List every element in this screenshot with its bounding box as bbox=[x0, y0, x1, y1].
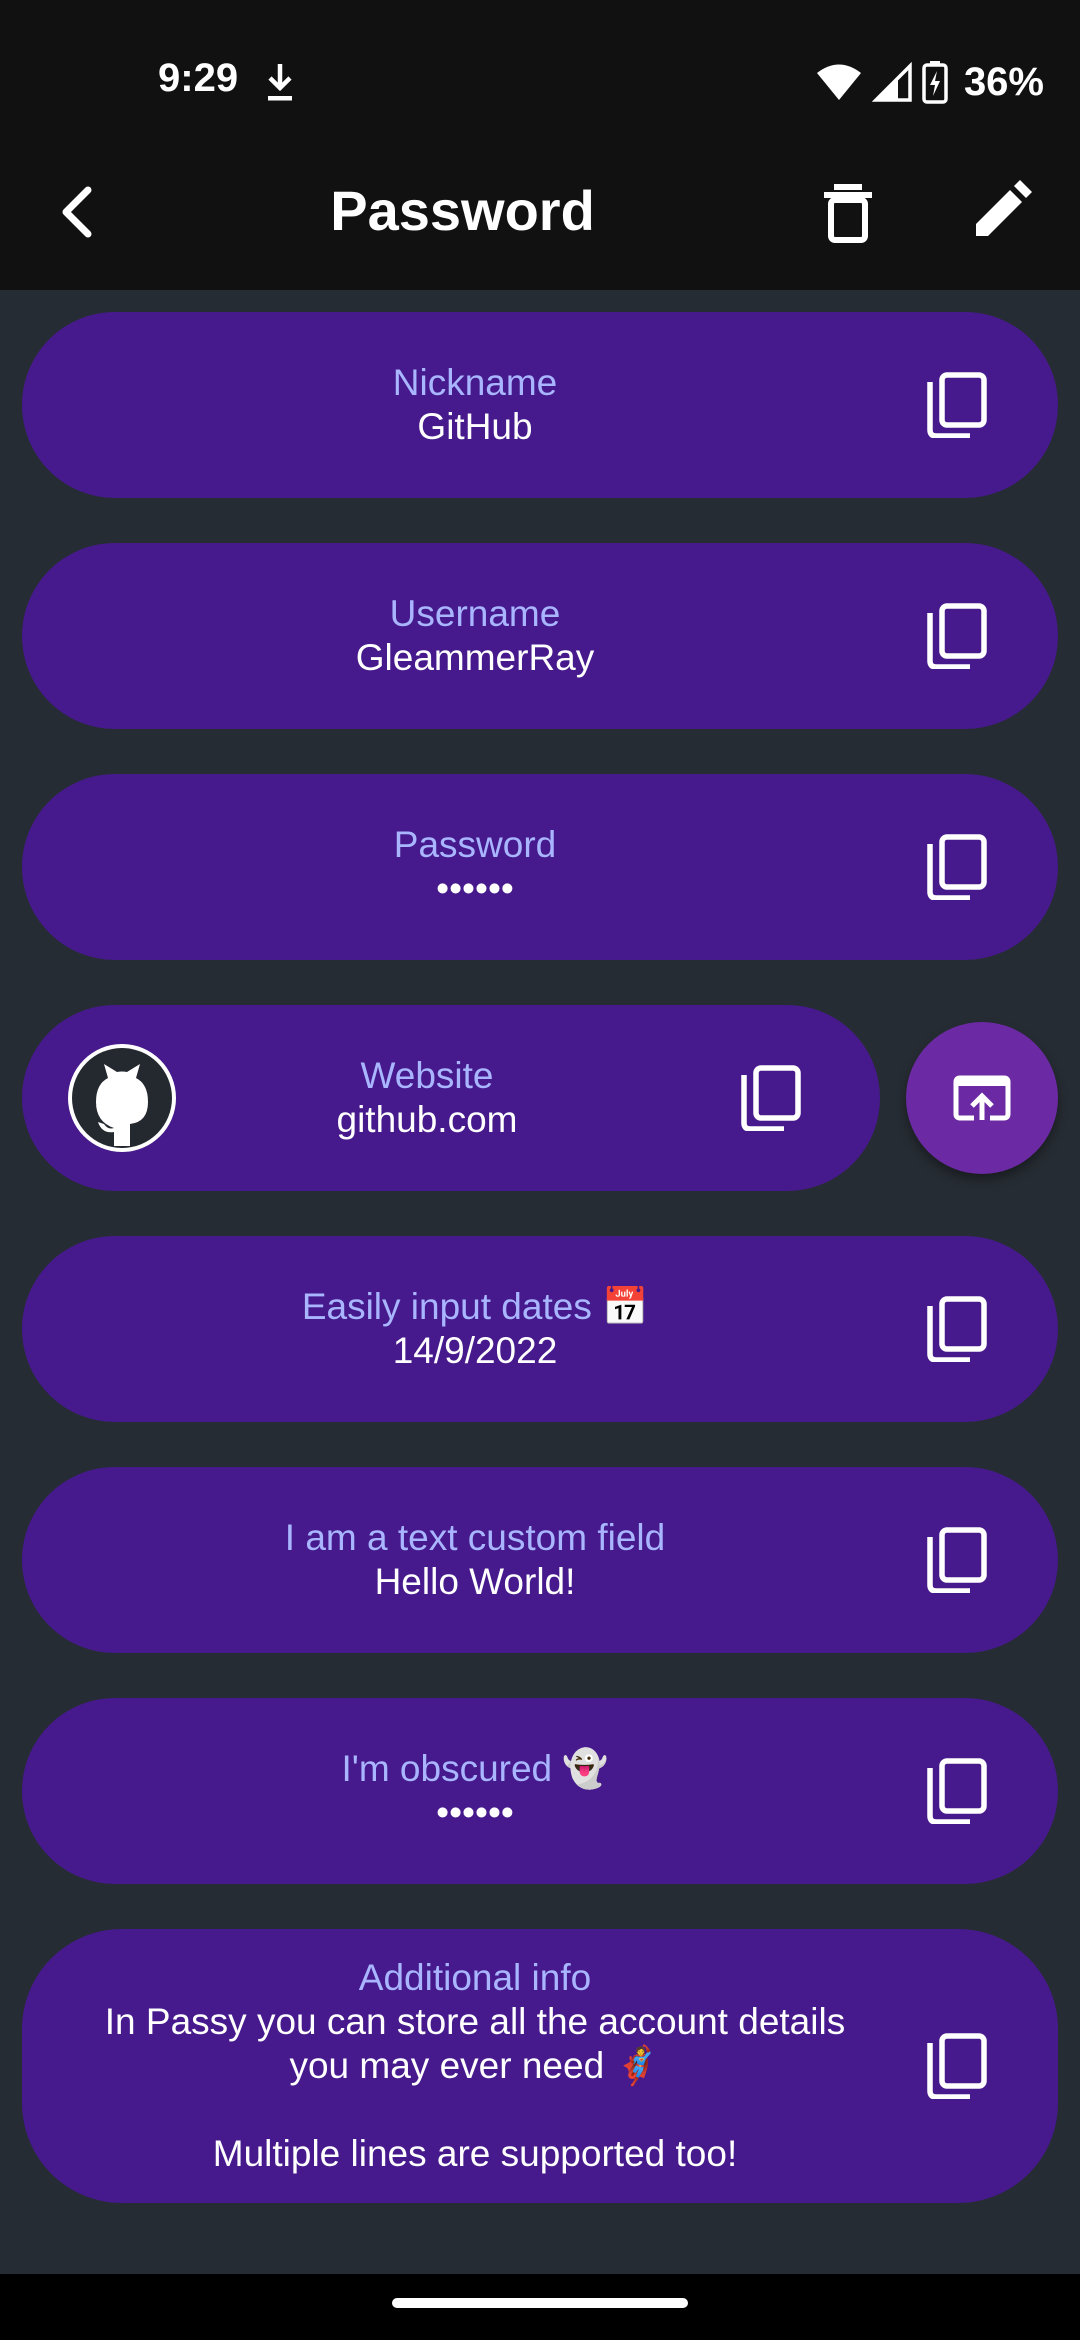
field-label: Website bbox=[360, 1055, 494, 1096]
open-in-browser-icon bbox=[953, 1075, 1011, 1121]
copy-icon[interactable] bbox=[924, 2033, 988, 2100]
date-field: Easily input dates 📅 14/9/2022 bbox=[22, 1236, 928, 1422]
page-title: Password bbox=[330, 179, 595, 242]
delete-icon[interactable] bbox=[812, 176, 884, 248]
copy-icon[interactable] bbox=[738, 1065, 802, 1132]
field-value: 14/9/2022 bbox=[392, 1330, 558, 1371]
date-field-card[interactable]: Easily input dates 📅 14/9/2022 bbox=[22, 1236, 1058, 1422]
copy-icon[interactable] bbox=[924, 1527, 988, 1594]
cellular-signal-icon bbox=[871, 62, 912, 102]
home-gesture-handle[interactable] bbox=[392, 2298, 688, 2308]
field-label: Username bbox=[389, 593, 561, 634]
status-icons: 36% bbox=[816, 52, 1044, 112]
field-label: Password bbox=[393, 824, 557, 865]
field-value: •••••• bbox=[436, 868, 514, 909]
status-time: 9:29 bbox=[158, 56, 239, 100]
field-value: GitHub bbox=[417, 406, 533, 447]
field-label: Nickname bbox=[392, 362, 558, 403]
copy-icon[interactable] bbox=[924, 603, 988, 670]
obscured-field: I'm obscured 👻 •••••• bbox=[22, 1698, 928, 1884]
app-bar: Password bbox=[0, 134, 1080, 290]
password-field: Password •••••• bbox=[22, 774, 928, 960]
field-value: github.com bbox=[336, 1099, 518, 1140]
battery-charging-icon bbox=[922, 60, 948, 104]
additional-info-field: Additional info In Passy you can store a… bbox=[22, 1929, 928, 2203]
field-label: I'm obscured 👻 bbox=[341, 1748, 609, 1789]
text-custom-field-card[interactable]: I am a text custom field Hello World! bbox=[22, 1467, 1058, 1653]
text-custom-field: I am a text custom field Hello World! bbox=[22, 1467, 928, 1653]
field-label: Additional info bbox=[358, 1957, 592, 1998]
field-value: In Passy you can store all the account d… bbox=[104, 2001, 846, 2174]
username-field: Username GleammerRay bbox=[22, 543, 928, 729]
website-field-card[interactable]: Website github.com bbox=[22, 1005, 880, 1191]
copy-icon[interactable] bbox=[924, 1758, 988, 1825]
wifi-icon bbox=[816, 62, 862, 102]
field-label: Easily input dates 📅 bbox=[301, 1286, 649, 1327]
battery-percentage: 36% bbox=[963, 59, 1044, 104]
field-value: Hello World! bbox=[374, 1561, 576, 1602]
username-field-card[interactable]: Username GleammerRay bbox=[22, 543, 1058, 729]
additional-info-card[interactable]: Additional info In Passy you can store a… bbox=[22, 1929, 1058, 2203]
navigation-bar bbox=[0, 2274, 1080, 2340]
download-icon bbox=[262, 60, 298, 104]
nickname-field: Nickname GitHub bbox=[22, 312, 928, 498]
field-value: •••••• bbox=[436, 1792, 514, 1833]
obscured-field-card[interactable]: I'm obscured 👻 •••••• bbox=[22, 1698, 1058, 1884]
copy-icon[interactable] bbox=[924, 372, 988, 439]
copy-icon[interactable] bbox=[924, 1296, 988, 1363]
password-field-card[interactable]: Password •••••• bbox=[22, 774, 1058, 960]
status-bar: 9:29 36% bbox=[0, 0, 1080, 134]
field-label: I am a text custom field bbox=[284, 1517, 666, 1558]
website-field: Website github.com bbox=[142, 1005, 712, 1191]
nickname-field-card[interactable]: Nickname GitHub bbox=[22, 312, 1058, 498]
copy-icon[interactable] bbox=[924, 834, 988, 901]
open-in-browser-button[interactable] bbox=[906, 1022, 1058, 1174]
field-value: GleammerRay bbox=[355, 637, 595, 678]
edit-icon[interactable] bbox=[964, 176, 1036, 248]
